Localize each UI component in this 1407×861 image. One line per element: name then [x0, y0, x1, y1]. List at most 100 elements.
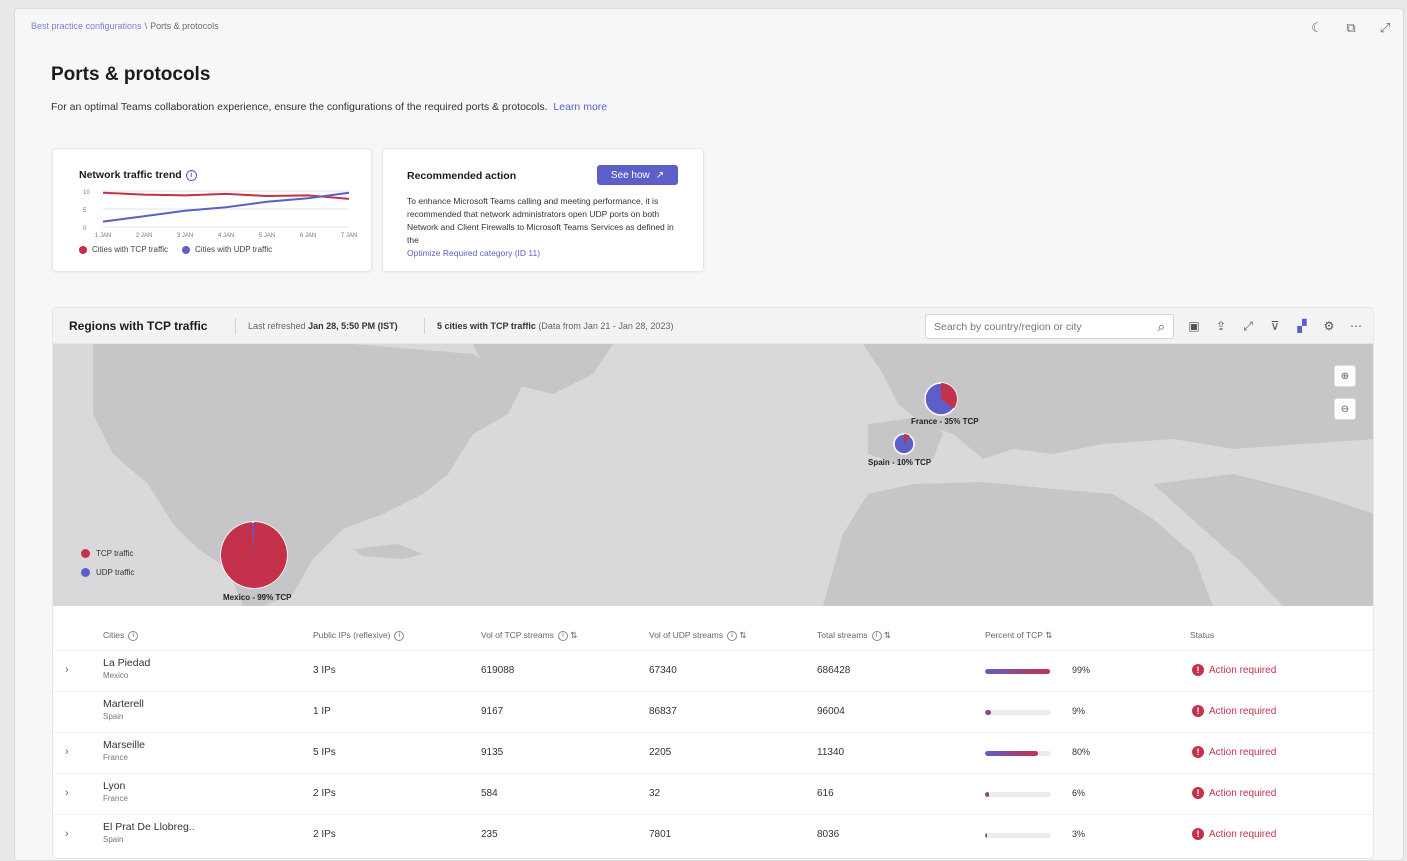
- zoom-out-button[interactable]: ⊖: [1334, 398, 1356, 420]
- tcp-percent-bar: [985, 833, 1051, 838]
- x-tick-label: 4 JAN: [218, 233, 234, 239]
- restore-icon[interactable]: ⧉: [1341, 18, 1361, 38]
- city-cell: La Piedad Mexico: [103, 657, 150, 680]
- sort-icon[interactable]: ⇅: [884, 630, 891, 640]
- legend-udp-label: Cities with UDP traffic: [195, 245, 273, 254]
- y-tick-label: 10: [83, 190, 90, 196]
- optimize-required-link[interactable]: Optimize Required category (ID 11): [407, 247, 687, 260]
- pie-mexico-tcp-slice[interactable]: [221, 522, 288, 588]
- regions-panel: Regions with TCP traffic Last refreshed …: [52, 307, 1374, 859]
- x-tick-label: 6 JAN: [300, 233, 316, 239]
- status-action-required[interactable]: ! Action required: [1192, 787, 1276, 799]
- chevron-right-icon[interactable]: ›: [65, 746, 69, 758]
- city-cell: Marseille France: [103, 739, 145, 762]
- tcp-streams-cell: 235: [481, 829, 498, 840]
- status-action-required[interactable]: ! Action required: [1192, 664, 1276, 676]
- external-link-icon: ↗: [655, 169, 665, 181]
- trend-line-chart: 10 5 0 1 JAN 2 JAN 3 JAN 4 JAN 5 JAN 6 JAN 7 JAN: [83, 190, 357, 239]
- map-legend: TCP traffic UDP traffic: [81, 549, 134, 587]
- sort-icon[interactable]: ⇅: [739, 630, 746, 640]
- city-name: La Piedad: [103, 657, 151, 669]
- info-icon[interactable]: i: [871, 630, 882, 641]
- status-action-required[interactable]: ! Action required: [1192, 746, 1276, 758]
- filter-icon[interactable]: ⊽: [1266, 317, 1284, 335]
- city-name: Marterell: [103, 698, 144, 710]
- table-row[interactable]: › La Piedad Mexico 3 IPs 619088 67340 686428 99…: [53, 650, 1373, 691]
- public-ips-cell: 1 IP: [313, 706, 331, 717]
- table-row[interactable]: Marterell Spain 1 IP 9167 86837 96004 9%! Actio…: [53, 691, 1373, 732]
- legend-item-tcp: Cities with TCP traffic: [79, 245, 168, 254]
- info-icon[interactable]: i: [727, 630, 738, 641]
- pie-label-mexico: Mexico - 99% TCP: [223, 593, 292, 602]
- chevron-right-icon[interactable]: ›: [65, 787, 69, 799]
- col-header-cities[interactable]: Cities i: [103, 630, 139, 641]
- pie-label-france: France - 35% TCP: [911, 417, 979, 426]
- tcp-percent-bar: [985, 669, 1051, 674]
- excel-export-icon[interactable]: ▣: [1185, 317, 1203, 335]
- zoom-in-button[interactable]: ⊕: [1334, 365, 1356, 387]
- zoom-in-icon: ⊕: [1340, 370, 1350, 382]
- see-how-button[interactable]: See how ↗: [597, 165, 678, 185]
- total-streams-cell: 686428: [817, 665, 851, 676]
- window-controls: ☾ ⧉ ⤢: [1307, 18, 1395, 38]
- world-map[interactable]: Mexico - 99% TCP France - 35% TCP Spain …: [53, 344, 1373, 606]
- breadcrumb-parent-link[interactable]: Best practice configurations: [31, 21, 142, 31]
- tcp-streams-cell: 9135: [481, 747, 504, 758]
- total-streams-cell: 8036: [817, 829, 840, 840]
- alert-icon: !: [1192, 705, 1204, 717]
- col-header-udp-streams-label: Vol of UDP streams: [649, 630, 724, 640]
- page-title: Ports & protocols: [51, 64, 211, 85]
- udp-series-line: [102, 191, 350, 223]
- status-text: Action required: [1209, 828, 1277, 840]
- chevron-right-icon[interactable]: ›: [65, 664, 69, 676]
- status-text: Action required: [1209, 664, 1277, 676]
- chevron-right-icon[interactable]: ›: [65, 828, 69, 840]
- y-tick-label: 0: [83, 226, 87, 232]
- public-ips-cell: 2 IPs: [313, 829, 336, 840]
- col-header-status[interactable]: Status: [1190, 630, 1214, 640]
- col-header-total-streams[interactable]: Total streams i ⇅: [817, 630, 891, 641]
- fullscreen-icon[interactable]: ⤢: [1239, 317, 1257, 335]
- city-country: France: [103, 753, 128, 762]
- settings-gear-icon[interactable]: ⚙: [1320, 317, 1338, 335]
- table-row[interactable]: › Marseille France 5 IPs 9135 2205 11340 80%! Ac…: [53, 732, 1373, 773]
- status-action-required[interactable]: ! Action required: [1192, 828, 1276, 840]
- app-window: Best practice configurations \ Ports & p…: [14, 8, 1404, 861]
- col-header-udp-streams[interactable]: Vol of UDP streams i ⇅: [649, 630, 747, 641]
- public-ips-cell: 2 IPs: [313, 788, 336, 799]
- recommended-action-card: Recommended action See how ↗ To enhance …: [382, 148, 704, 272]
- info-icon[interactable]: i: [557, 630, 568, 641]
- info-icon[interactable]: i: [128, 630, 139, 641]
- tcp-percent-bar-fill: [985, 669, 1051, 674]
- col-header-public-ips[interactable]: Public IPs (reflexive) i: [313, 630, 405, 641]
- learn-more-link[interactable]: Learn more: [553, 101, 607, 113]
- table-row[interactable]: › Lyon France 2 IPs 584 32 616 6%! Action requir…: [53, 773, 1373, 814]
- zoom-out-icon: ⊖: [1340, 403, 1350, 415]
- moon-icon[interactable]: ☾: [1307, 18, 1327, 38]
- search-input[interactable]: Search by country/region or city ⌕: [925, 314, 1174, 339]
- tcp-streams-cell: 9167: [481, 706, 504, 717]
- table-row[interactable]: › El Prat De Llobreg.. Spain 2 IPs 235 7801 80…: [53, 814, 1373, 855]
- expand-icon[interactable]: ⤢: [1375, 18, 1395, 38]
- info-icon[interactable]: i: [394, 630, 405, 641]
- status-action-required[interactable]: ! Action required: [1192, 705, 1276, 717]
- more-options-icon[interactable]: ⋯: [1347, 317, 1365, 335]
- map-view-icon[interactable]: ▞: [1293, 317, 1311, 335]
- trend-legend: Cities with TCP traffic Cities with UDP …: [79, 245, 272, 254]
- search-icon[interactable]: ⌕: [1158, 319, 1165, 335]
- total-streams-cell: 96004: [817, 706, 845, 717]
- alert-icon: !: [1192, 664, 1204, 676]
- map-legend-tcp: TCP traffic: [81, 549, 134, 558]
- city-name: El Prat De Llobreg..: [103, 821, 195, 833]
- total-streams-cell: 616: [817, 788, 834, 799]
- last-refreshed-label: Last refreshed: [248, 321, 306, 331]
- col-header-tcp-streams[interactable]: Vol of TCP streams i ⇅: [481, 630, 577, 641]
- tcp-percent-label: 6%: [1072, 788, 1086, 798]
- share-icon[interactable]: ⇪: [1212, 317, 1230, 335]
- city-country: France: [103, 794, 128, 803]
- sort-icon[interactable]: ⇅: [570, 630, 577, 640]
- tcp-legend-dot: [81, 549, 90, 558]
- col-header-percent-tcp[interactable]: Percent of TCP ⇅: [985, 630, 1052, 641]
- tcp-percent-label: 9%: [1072, 706, 1086, 716]
- sort-icon[interactable]: ⇅: [1045, 630, 1052, 640]
